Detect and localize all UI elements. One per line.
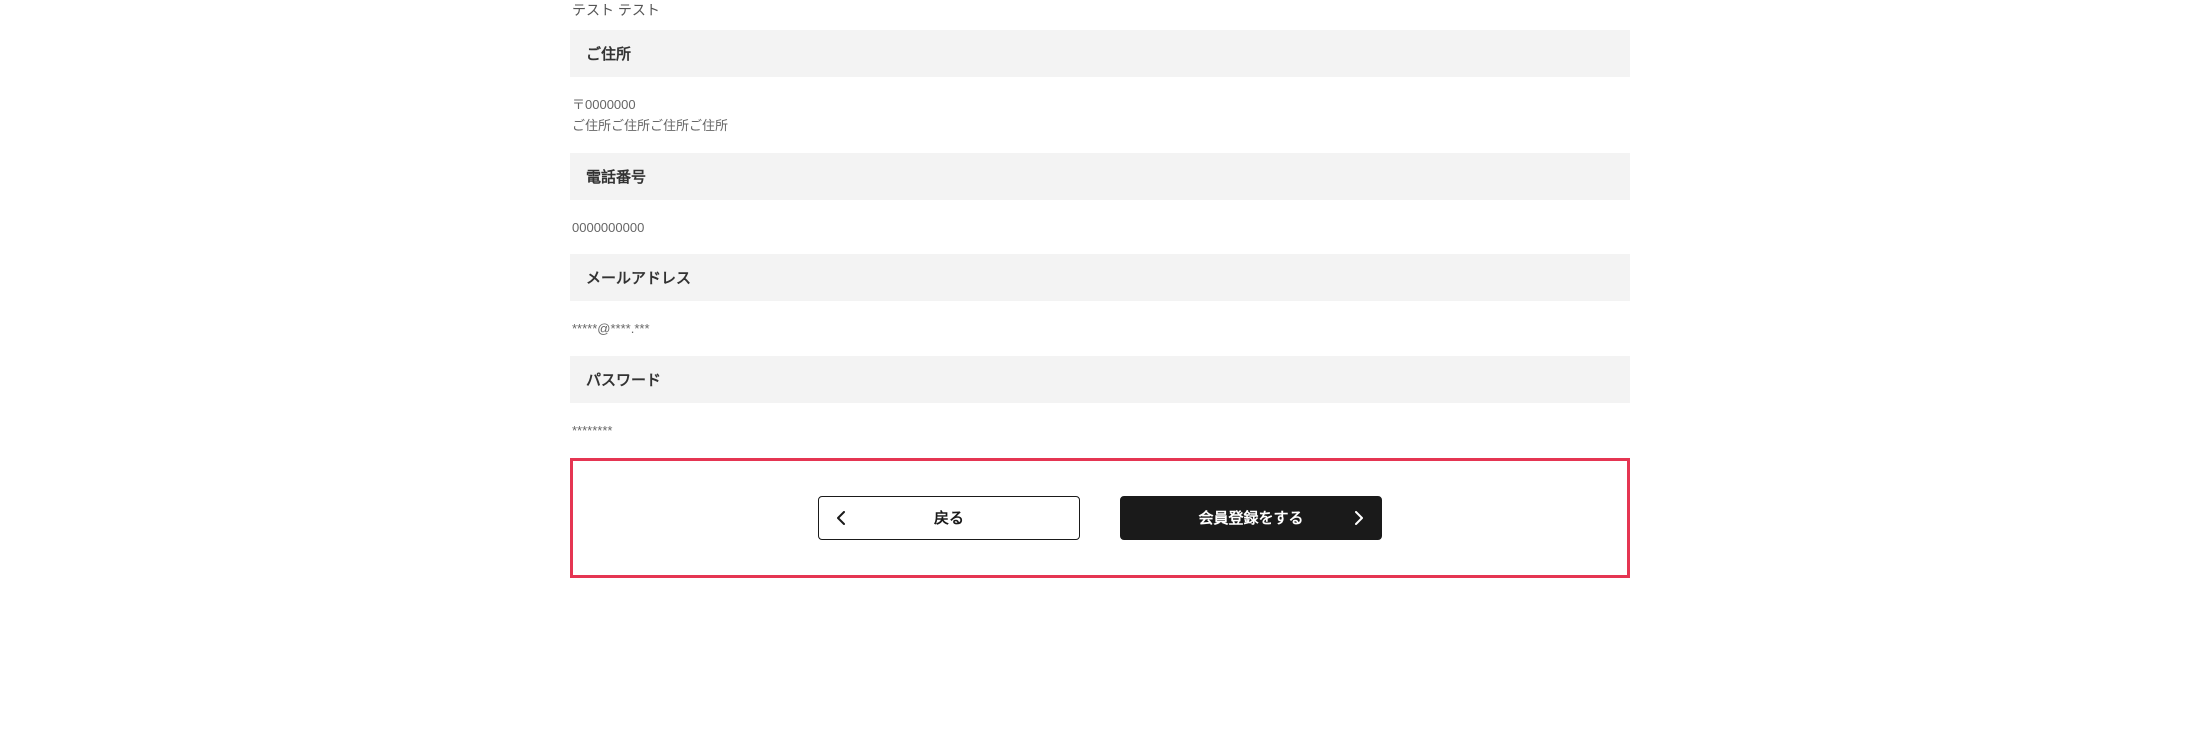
submit-button[interactable]: 会員登録をする [1120,496,1382,540]
email-value: *****@****.*** [570,319,1630,340]
address-section-header: ご住所 [570,30,1630,77]
password-value: ******** [570,421,1630,442]
address-detail: ご住所ご住所ご住所ご住所 [572,116,1630,137]
chevron-right-icon [1355,511,1363,525]
password-label: パスワード [586,369,1614,390]
phone-value: 0000000000 [570,218,1630,239]
address-label: ご住所 [586,43,1614,64]
phone-label: 電話番号 [586,166,1614,187]
submit-button-label: 会員登録をする [1198,507,1303,528]
back-button-label: 戻る [934,507,964,528]
name-value: テスト テスト [570,0,1630,30]
postal-code: 〒0000000 [572,95,1630,116]
back-button[interactable]: 戻る [818,496,1080,540]
email-label: メールアドレス [586,267,1614,288]
password-section-header: パスワード [570,356,1630,403]
phone-section-header: 電話番号 [570,153,1630,200]
email-section-header: メールアドレス [570,254,1630,301]
address-value: 〒0000000 ご住所ご住所ご住所ご住所 [570,95,1630,137]
button-area-highlight: 戻る 会員登録をする [570,458,1630,578]
chevron-left-icon [837,511,845,525]
